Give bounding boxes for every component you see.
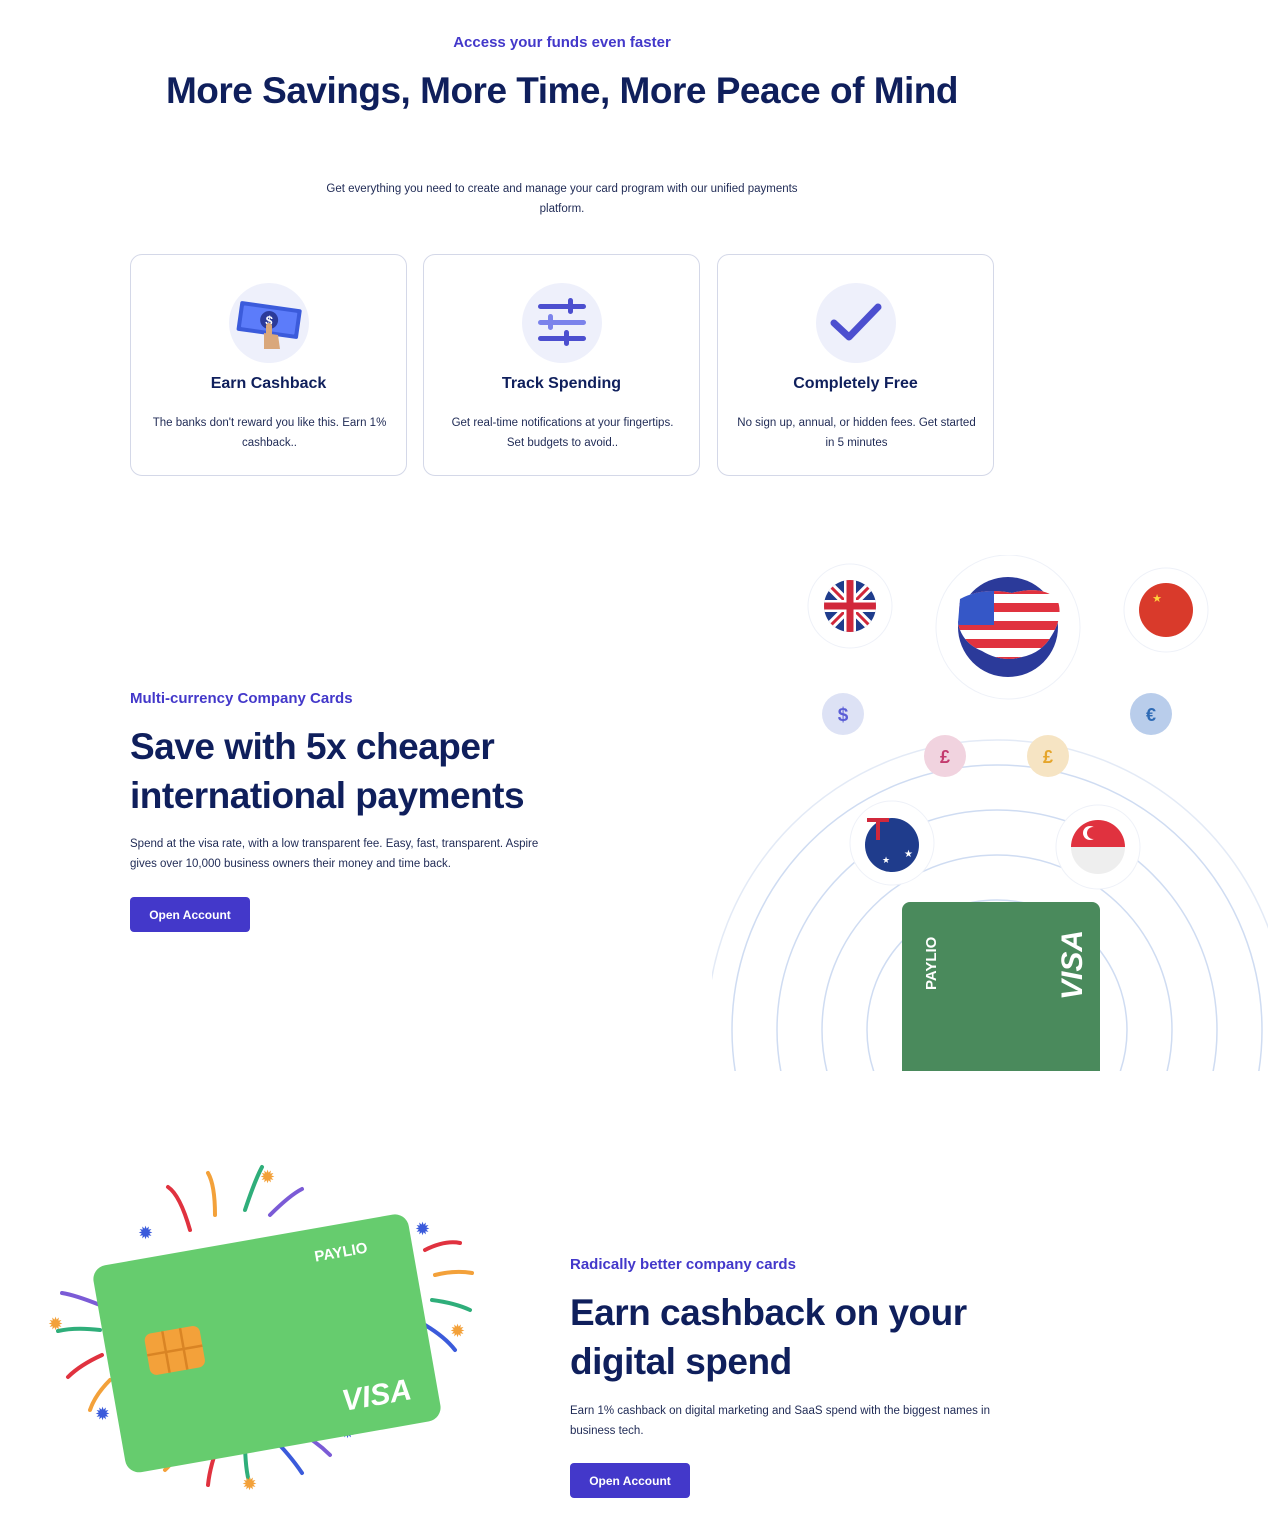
dollar-coin-icon: $ <box>822 693 864 735</box>
feature-description: The banks don't reward you like this. Ea… <box>152 417 387 449</box>
feature-card-cashback: $ Earn Cashback The banks don't reward y… <box>130 254 407 476</box>
feature-title: Earn Cashback <box>210 375 327 392</box>
uk-flag-icon <box>807 563 893 649</box>
svg-text:★: ★ <box>904 849 913 860</box>
feature-card-free: Completely Free No sign up, annual, or h… <box>717 254 994 476</box>
svg-text:✹: ✹ <box>260 1167 275 1188</box>
svg-text:★: ★ <box>882 856 890 866</box>
card-network: VISA <box>1056 930 1089 1000</box>
svg-text:★: ★ <box>1152 592 1162 605</box>
svg-text:✹: ✹ <box>138 1223 153 1244</box>
multicurrency-illustration: ★ $ € £ £ ★ ★ PAYLIO VISA <box>712 555 1268 1071</box>
multicurrency-title: Save with 5x cheaper international payme… <box>130 726 525 816</box>
dollar-symbol: $ <box>838 705 849 726</box>
multicurrency-description: Spend at the visa rate, with a low trans… <box>130 838 539 870</box>
china-flag-icon: ★ <box>1123 567 1209 653</box>
intro-eyebrow: Access your funds even faster <box>453 34 671 51</box>
paylio-card-green-light: PAYLIO VISA <box>93 1214 441 1473</box>
svg-text:✹: ✹ <box>450 1321 465 1342</box>
sliders-icon <box>522 283 602 363</box>
feature-title: Completely Free <box>793 375 918 392</box>
feature-description: Get real-time notifications at your fing… <box>451 417 674 449</box>
checkmark-icon <box>816 283 896 363</box>
pound-coin-gold-icon: £ <box>1027 735 1069 777</box>
paylio-card-green-dark: PAYLIO VISA <box>902 902 1100 1071</box>
pound-symbol: £ <box>940 747 950 767</box>
feature-title: Track Spending <box>501 375 622 392</box>
feature-card-tracking: Track Spending Get real-time notificatio… <box>423 254 700 476</box>
euro-symbol: € <box>1146 705 1156 725</box>
cashback-illustration: ✹ ✹ ✹ ✹ ✹ ✹ ✹ ✹ PAYLIO VISA <box>40 1155 490 1500</box>
euro-coin-icon: € <box>1130 693 1172 735</box>
cashback-eyebrow: Radically better company cards <box>570 1256 796 1273</box>
svg-text:✹: ✹ <box>95 1404 110 1425</box>
australia-flag-icon: ★ ★ <box>849 800 935 886</box>
svg-text:✹: ✹ <box>242 1474 257 1495</box>
open-account-button[interactable]: Open Account <box>130 897 250 932</box>
feature-description: No sign up, annual, or hidden fees. Get … <box>737 417 976 449</box>
intro-description: Get everything you need to create and ma… <box>326 183 798 215</box>
svg-text:✹: ✹ <box>48 1314 63 1335</box>
intro-title: More Savings, More Time, More Peace of M… <box>165 70 959 111</box>
singapore-flag-icon <box>1055 804 1141 890</box>
multicurrency-eyebrow: Multi-currency Company Cards <box>130 690 353 707</box>
cashback-money-icon: $ <box>229 283 309 363</box>
pound-coin-pink-icon: £ <box>924 735 966 777</box>
card-brand: PAYLIO <box>923 936 940 990</box>
cashback-title: Earn cashback on your digital spend <box>570 1292 967 1382</box>
cashback-description: Earn 1% cashback on digital marketing an… <box>570 1405 991 1437</box>
open-account-button[interactable]: Open Account <box>570 1463 690 1498</box>
svg-text:✹: ✹ <box>415 1219 430 1240</box>
usa-flag-icon <box>935 555 1081 700</box>
pound-symbol: £ <box>1043 747 1053 767</box>
